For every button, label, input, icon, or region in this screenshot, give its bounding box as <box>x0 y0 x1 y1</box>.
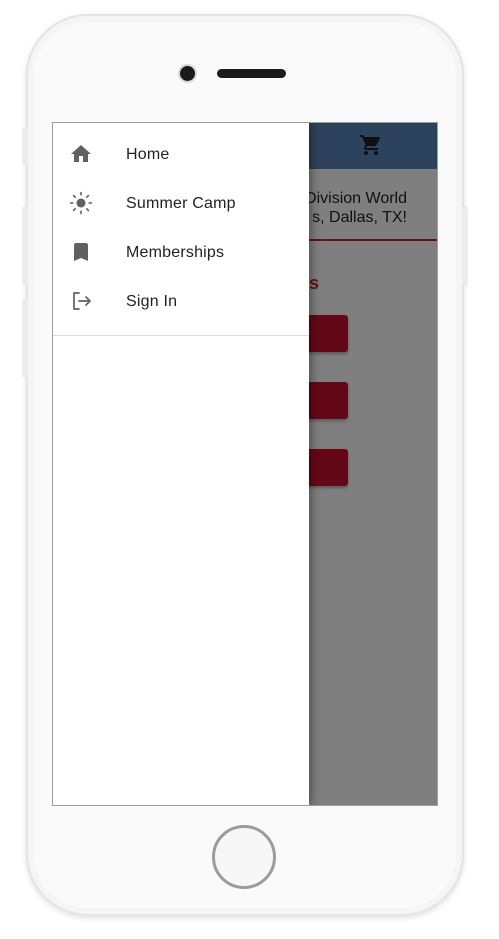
nav-item-label: Memberships <box>126 244 225 261</box>
front-camera <box>178 64 197 83</box>
nav-item-label: Home <box>126 146 170 163</box>
sign-in-icon <box>73 292 91 310</box>
drawer-divider <box>53 335 309 336</box>
home-button[interactable] <box>212 825 276 889</box>
sun-icon <box>69 191 93 215</box>
nav-item-label: Summer Camp <box>126 195 236 212</box>
volume-up-button <box>22 206 28 286</box>
nav-item-summer-camp[interactable]: Summer Camp <box>53 179 309 228</box>
volume-down-button <box>22 298 28 378</box>
mute-switch <box>22 128 28 166</box>
phone-screen: Division World s, Dallas, TX! s Home <box>52 122 438 806</box>
nav-item-sign-in[interactable]: Sign In <box>53 277 309 326</box>
nav-item-home[interactable]: Home <box>53 130 309 179</box>
power-button <box>462 206 468 286</box>
navigation-drawer: Home Summer Camp Memberships Sign In <box>53 123 309 805</box>
bookmark-icon <box>74 243 88 261</box>
home-icon <box>71 145 91 162</box>
nav-item-label: Sign In <box>126 293 178 310</box>
nav-item-memberships[interactable]: Memberships <box>53 228 309 277</box>
earpiece-speaker <box>217 69 286 78</box>
